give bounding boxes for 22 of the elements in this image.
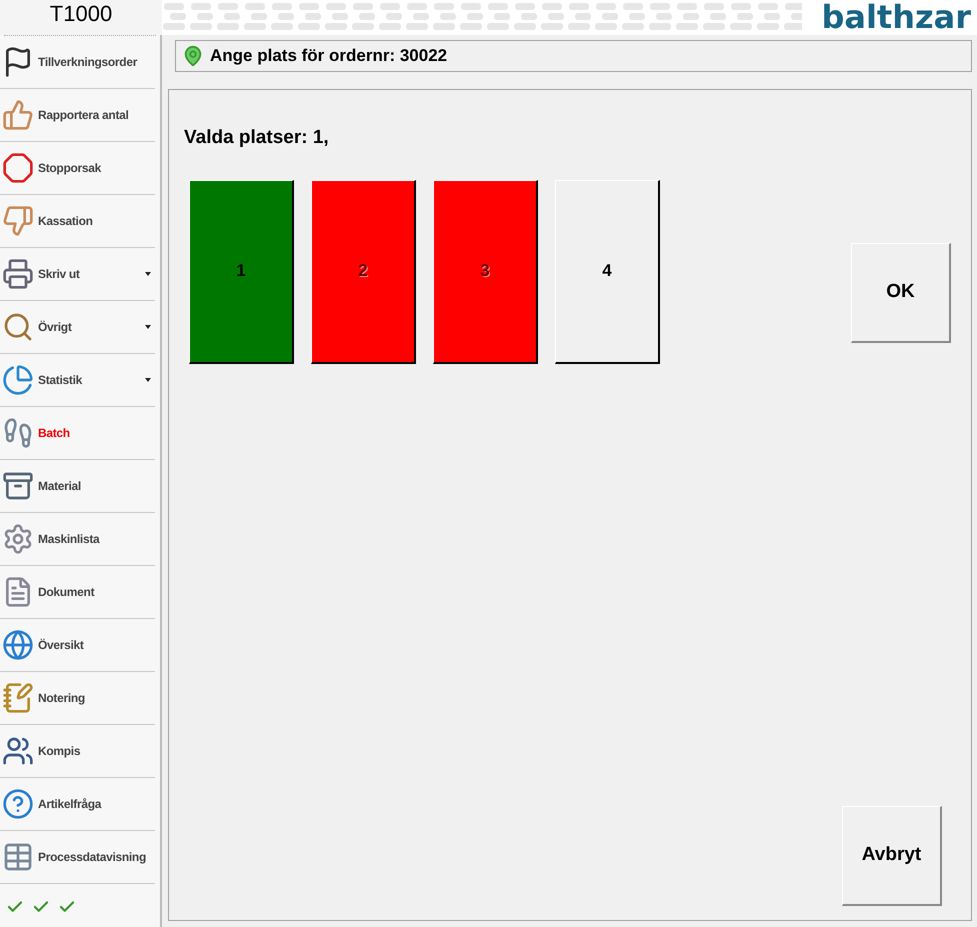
notepad-icon	[2, 682, 34, 714]
globe-icon	[2, 629, 34, 661]
ok-button[interactable]: OK	[851, 243, 951, 343]
selection-label: Valda platser: 1,	[184, 126, 330, 150]
thumbs-up-icon	[2, 99, 34, 131]
cancel-button[interactable]: Avbryt	[842, 806, 942, 906]
stop-sign-icon	[2, 152, 34, 184]
question-icon	[2, 788, 34, 820]
place-button[interactable]: 4	[555, 180, 660, 364]
table-icon	[2, 841, 34, 873]
magnifier-icon	[2, 311, 34, 343]
printer-icon	[2, 258, 34, 290]
place-button[interactable]: 1	[189, 180, 294, 364]
pie-chart-icon	[2, 364, 34, 396]
logo: balthzar	[821, 0, 972, 34]
people-icon	[2, 735, 34, 767]
pin-icon	[182, 45, 204, 67]
footprints-icon	[2, 417, 34, 449]
app-title: T1000	[0, 0, 162, 35]
page-title: Ange plats för ordernr: 30022	[210, 45, 448, 68]
gear-icon	[2, 523, 34, 555]
thumbs-down-icon	[2, 205, 34, 237]
